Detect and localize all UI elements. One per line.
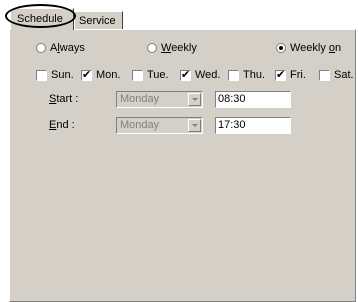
weekly-on-label: Weekly on [290,42,342,54]
weekly-radio[interactable]: Weekly [147,42,197,54]
day-label: Wed. [195,69,221,81]
day-tue[interactable]: Tue. [132,69,169,81]
end-time-input[interactable]: 17:30 [215,117,291,134]
day-label: Fri. [290,69,306,81]
end-day-value: Monday [120,119,160,131]
day-label: Tue. [147,69,169,81]
weekly-label: Weekly [161,42,197,54]
start-row: Start : [49,93,113,105]
tab-strip: Service Schedule [0,0,358,30]
end-row: End : [49,119,113,131]
start-time-value: 08:30 [218,93,246,105]
day-label: Sat. [334,69,354,81]
day-mon[interactable]: ✔ Mon. [81,69,120,81]
end-label: End : [49,119,75,131]
always-radio[interactable]: Always [36,42,85,54]
day-checkbox-3[interactable]: ✔ [180,69,191,81]
tab-service-label: Service [79,15,116,27]
day-sat[interactable]: Sat. [319,69,354,81]
weekly-radio-dot [147,43,157,53]
day-fri[interactable]: ✔ Fri. [275,69,306,81]
day-wed[interactable]: ✔ Wed. [180,69,220,81]
schedule-panel: Always Weekly Weekly on Sun. ✔ Mon. Tue. … [9,29,356,302]
day-checkbox-4[interactable] [228,69,239,81]
chevron-down-icon[interactable] [188,93,201,106]
day-label: Thu. [243,69,266,81]
start-day-value: Monday [120,93,160,105]
day-thu[interactable]: Thu. [228,69,265,81]
day-sun[interactable]: Sun. [36,69,74,81]
start-day-select[interactable]: Monday [116,91,203,108]
day-checkbox-6[interactable] [319,69,330,81]
end-time-value: 17:30 [218,119,246,131]
weekly-on-radio[interactable]: Weekly on [276,42,341,54]
day-label: Sun. [51,69,74,81]
weekly-on-radio-dot [276,43,286,53]
always-label: Always [50,42,85,54]
chevron-down-icon[interactable] [188,119,201,132]
day-checkbox-2[interactable] [132,69,143,81]
highlight-circle [5,4,76,28]
day-checkbox-5[interactable]: ✔ [275,69,286,81]
day-label: Mon. [96,69,121,81]
end-day-select[interactable]: Monday [116,117,203,134]
start-time-input[interactable]: 08:30 [215,91,291,108]
start-label: Start : [49,93,79,105]
day-checkbox-0[interactable] [36,69,47,81]
tab-service[interactable]: Service [74,11,123,29]
day-checkbox-1[interactable]: ✔ [81,69,92,81]
always-radio-dot [36,43,46,53]
